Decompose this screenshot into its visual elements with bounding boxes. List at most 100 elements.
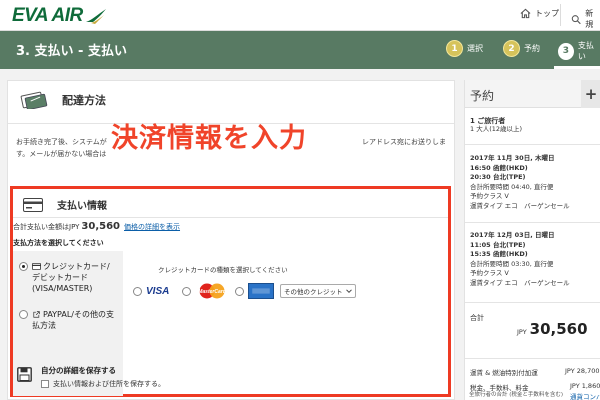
delivery-line: レアドレス宛にお送りしま: [362, 138, 446, 146]
amount-prefix: 合計支払い金額は: [13, 223, 69, 231]
save-details-checkbox[interactable]: [41, 380, 49, 388]
segment-date: 2017年 11月 30日, 木曜日: [470, 154, 555, 162]
card-option-amex[interactable]: [235, 283, 274, 299]
credit-card-icon: [32, 263, 41, 270]
card-mastercard-radio[interactable]: [182, 286, 191, 296]
delivery-line: す。メールが届かない場合は: [16, 150, 107, 158]
segment-duration: 合計所要時間 04:40, 直行便: [470, 182, 554, 191]
segment-duration: 合計所要時間 03:30, 直行便: [470, 259, 554, 268]
top-header: EVA AIR トップ 新規: [0, 0, 600, 31]
method-label-line: (VISA/MASTER): [32, 284, 93, 293]
step-reserve[interactable]: 2 予約: [503, 40, 540, 57]
summary-divider: [465, 302, 600, 303]
method-paypal-radio[interactable]: [19, 310, 28, 319]
total-note: 全旅行者の合計 (税金と手数料を含む): [469, 392, 564, 398]
method-credit-card-label: クレジットカード/ デビットカード (VISA/MASTER): [32, 261, 110, 294]
method-label-line: クレジットカード/: [43, 262, 110, 271]
method-paypal-label: PAYPAL/その他の支 払方法: [32, 309, 114, 331]
summary-divider: [465, 222, 600, 223]
method-label-line: PAYPAL/その他の支: [43, 310, 114, 319]
summary-divider: [465, 358, 600, 359]
passenger-line: 1 ご旅行者: [470, 117, 506, 125]
summary-title: 予約: [470, 89, 495, 103]
other-card-select-value: その他のクレジット: [284, 288, 343, 296]
eva-air-logo[interactable]: EVA AIR: [12, 5, 107, 27]
flight-segment: 2017年 12月 03日, 日曜日 11:05 台北(TPE) 15:35 函…: [470, 231, 600, 288]
logo-bird-icon: [85, 9, 106, 24]
step-number: 3: [558, 42, 574, 60]
segment-departure: 11:05 台北(TPE): [470, 240, 526, 249]
passenger-line: 1 大人(12歳以上): [470, 125, 523, 133]
step-payment[interactable]: 3 支払い: [558, 40, 600, 62]
segment-date: 2017年 12月 03日, 日曜日: [470, 231, 555, 239]
fare-fee-row: 運賃 & 燃油特別付加運 JPY 28,700: [470, 367, 600, 377]
fare-fee-label: 運賃 & 燃油特別付加運: [470, 369, 538, 377]
card-option-visa[interactable]: VISA: [133, 286, 176, 297]
step-label: 支払い: [577, 41, 594, 61]
step-label: 予約: [524, 44, 540, 53]
nav-new-link[interactable]: 新規: [571, 8, 600, 30]
other-card-select[interactable]: その他のクレジット: [280, 284, 356, 298]
save-details-text: 自分の詳細を保存する 支払い情報および住所を保存する。: [41, 365, 165, 389]
section-divider: [13, 217, 448, 218]
method-label-line: 払方法: [32, 321, 56, 330]
summary-header: 予約 +: [465, 80, 600, 108]
delivery-header: 配達方法: [20, 91, 106, 109]
segment-departure: 16:50 函館(HKD): [470, 163, 528, 172]
total-price: 合計 JPY 30,560: [470, 313, 600, 338]
payment-info-panel: 支払い情報 合計支払い金額は JPY 30,560 価格の詳細を表示 支払方法を…: [10, 186, 451, 397]
home-icon: [520, 8, 531, 19]
step-number: 2: [503, 40, 520, 57]
step-label: 選択: [467, 44, 483, 53]
payment-amount: 合計支払い金額は JPY 30,560 価格の詳細を表示: [13, 221, 180, 232]
method-label-line: デビットカード: [32, 273, 88, 282]
segment-fare: 運賃タイプ エコ バーゲンセール: [470, 278, 570, 287]
save-details-checkbox-label: 支払い情報および住所を保存する。: [53, 380, 165, 388]
step-select[interactable]: 1 選択: [446, 40, 483, 57]
visa-logo: VISA: [146, 285, 170, 297]
segment-fare: 運賃タイプ エコ バーゲンセール: [470, 201, 570, 210]
step-bar: 3. 支払い - 支払い 1 選択 2 予約 3 支払い: [0, 31, 600, 69]
delivery-line: お手続き完了後、システムが: [16, 138, 107, 146]
overlay-caption: 決済情報を入力: [111, 123, 307, 154]
save-details-title: 自分の詳細を保存する: [41, 366, 116, 375]
nav-new-label: 新規: [585, 9, 594, 29]
booking-summary: 予約 + 1 ご旅行者 1 大人(12歳以上) 2017年 11月 30日, 木…: [464, 80, 600, 400]
fare-fee-value: JPY 28,700: [565, 367, 600, 375]
page-title: 3. 支払い - 支払い: [16, 44, 127, 59]
expand-button[interactable]: +: [581, 80, 600, 108]
save-details-option[interactable]: 支払い情報および住所を保存する。: [41, 379, 165, 389]
header-divider: [560, 4, 561, 26]
amount-value: 30,560: [81, 221, 121, 232]
card-type-label: クレジットカードの種類を選択してください: [158, 266, 288, 274]
external-link-icon: [33, 311, 40, 318]
method-paypal[interactable]: PAYPAL/その他の支 払方法: [19, 309, 119, 331]
card-type-options: VISA MasterCard その他のクレジット: [133, 283, 356, 299]
total-currency: JPY: [517, 328, 527, 336]
payment-title: 支払い情報: [57, 201, 107, 212]
tax-fee-value: JPY 1,860: [570, 382, 600, 390]
currency-converter-link[interactable]: 通貨コンバータ: [570, 391, 600, 400]
method-credit-card[interactable]: クレジットカード/ デビットカード (VISA/MASTER): [19, 261, 119, 294]
flight-segment: 2017年 11月 30日, 木曜日 16:50 函館(HKD) 20:30 台…: [470, 154, 600, 211]
logo-text: EVA AIR: [12, 5, 83, 26]
card-option-mastercard[interactable]: MasterCard: [182, 283, 229, 299]
amount-currency: JPY: [69, 223, 80, 231]
svg-text:MasterCard: MasterCard: [198, 289, 226, 295]
credit-card-icon: [23, 197, 43, 212]
summary-divider: [465, 144, 600, 145]
card-amex-radio[interactable]: [235, 286, 244, 296]
search-icon: [571, 14, 581, 24]
payment-header: 支払い情報: [23, 197, 107, 212]
ticket-icon: [20, 91, 48, 109]
payment-method-label: 支払方法を選択してください: [13, 239, 104, 247]
save-disk-icon: [17, 367, 32, 382]
step-number: 1: [446, 40, 463, 57]
card-visa-radio[interactable]: [133, 286, 142, 296]
method-credit-card-radio[interactable]: [19, 262, 28, 271]
save-details-block: 自分の詳細を保存する 支払い情報および住所を保存する。: [17, 365, 165, 389]
delivery-title: 配達方法: [62, 94, 106, 107]
chevron-down-icon: [346, 289, 352, 294]
price-details-link[interactable]: 価格の詳細を表示: [124, 222, 180, 232]
nav-top-link[interactable]: トップ: [520, 8, 559, 19]
